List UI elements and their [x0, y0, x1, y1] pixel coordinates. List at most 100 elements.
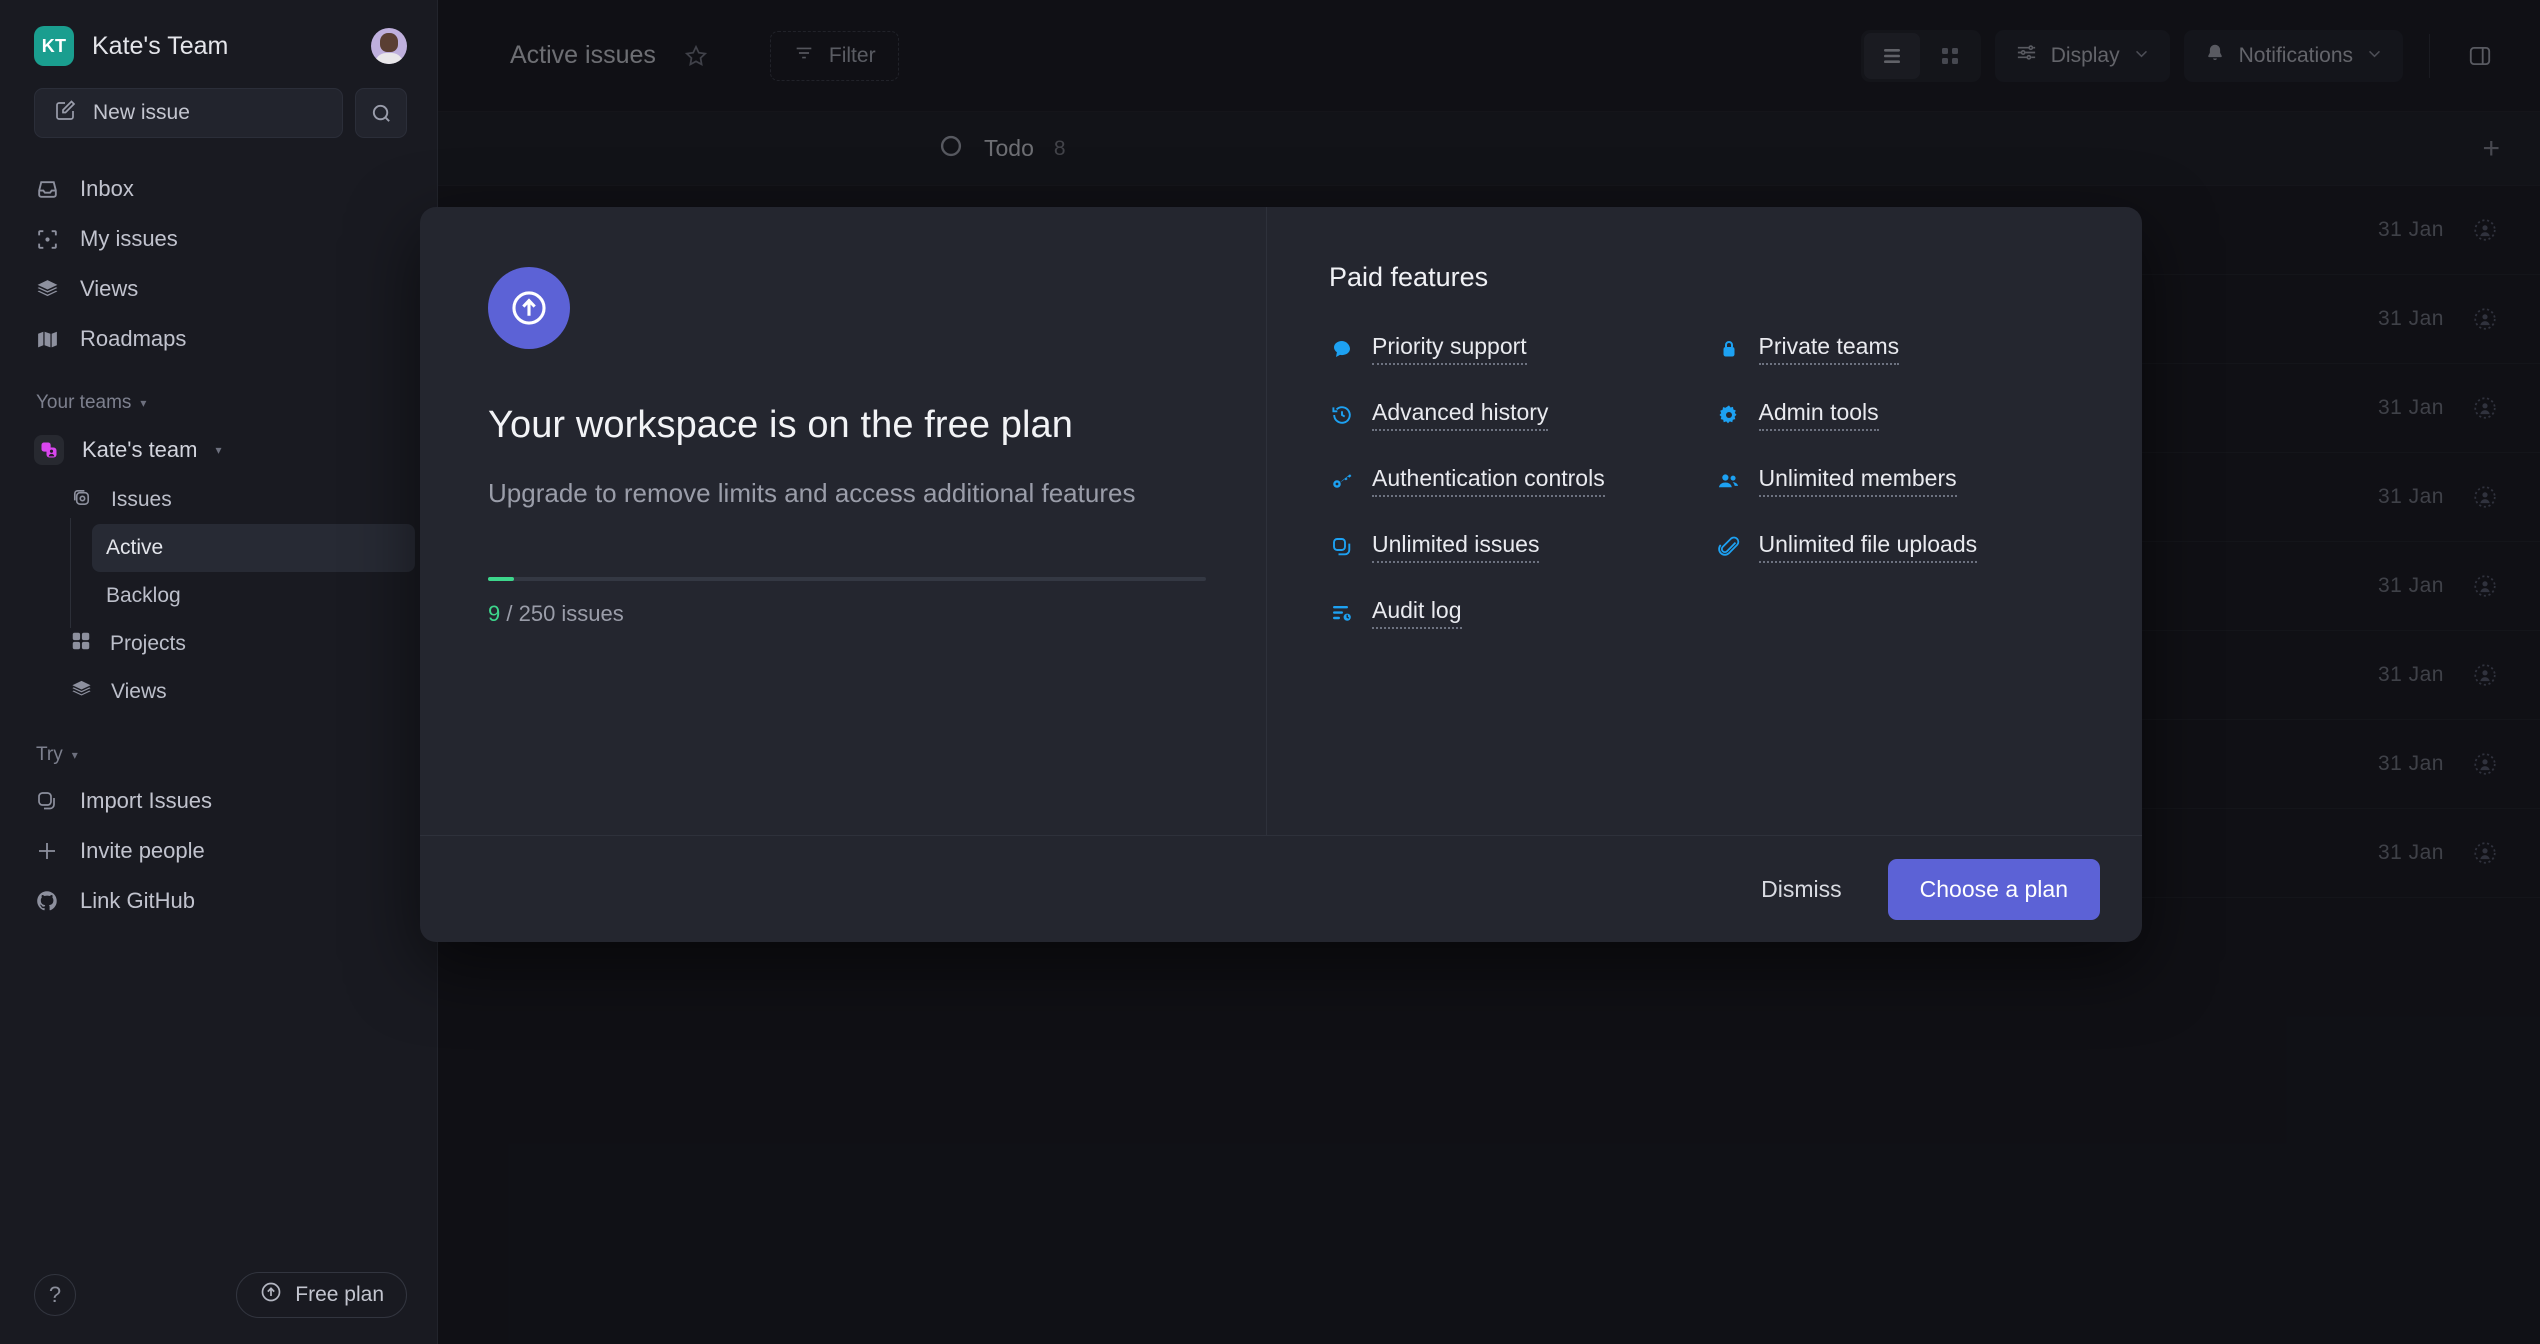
your-teams-section-header[interactable]: Your teams ▾	[0, 364, 437, 424]
sidebar-item-issues[interactable]: Issues	[56, 476, 415, 524]
avatar[interactable]	[371, 28, 407, 64]
feature-label: Private teams	[1759, 333, 1900, 365]
sidebar-item-label: Projects	[110, 632, 186, 656]
paperclip-icon	[1716, 534, 1742, 560]
sidebar-team-kates-team[interactable]: Kate's team ▾	[22, 424, 415, 476]
issues-icon	[70, 486, 93, 515]
feature-audit-log[interactable]: Audit log	[1329, 597, 1696, 629]
issue-quota-label: 9 / 250 issues	[488, 601, 1198, 627]
sidebar-item-views[interactable]: Views	[22, 264, 415, 314]
team-badge	[34, 435, 64, 465]
modal-title: Your workspace is on the free plan	[488, 404, 1198, 447]
sidebar-actions: New issue	[0, 84, 437, 160]
sidebar-item-inbox[interactable]: Inbox	[22, 164, 415, 214]
chevron-down-icon: ▾	[72, 748, 78, 762]
sidebar-item-import-issues[interactable]: Import Issues	[22, 776, 415, 826]
feature-label: Unlimited file uploads	[1759, 531, 1978, 563]
sidebar: KT Kate's Team New issue	[0, 0, 438, 1344]
feature-label: Priority support	[1372, 333, 1527, 365]
try-section-header[interactable]: Try ▾	[0, 716, 437, 776]
views-icon	[70, 678, 93, 707]
search-button[interactable]	[355, 88, 407, 138]
feature-label: Authentication controls	[1372, 465, 1605, 497]
pencil-square-icon	[53, 98, 77, 128]
paid-features-title: Paid features	[1329, 262, 2082, 293]
feature-admin-tools[interactable]: Admin tools	[1716, 399, 2083, 431]
views-icon	[34, 276, 60, 302]
sidebar-item-active[interactable]: Active	[92, 524, 415, 572]
feature-unlimited-issues[interactable]: Unlimited issues	[1329, 531, 1696, 563]
sidebar-item-label: Import Issues	[80, 788, 212, 814]
feature-private-teams[interactable]: Private teams	[1716, 333, 2083, 365]
team-avatar-icon	[39, 440, 59, 460]
sidebar-item-projects[interactable]: Projects	[56, 620, 415, 668]
gear-icon	[1716, 402, 1742, 428]
chevron-down-icon: ▾	[140, 396, 146, 410]
upgrade-arrow-icon	[259, 1280, 283, 1310]
workspace-badge: KT	[34, 26, 74, 66]
import-icon	[34, 788, 60, 814]
roadmaps-icon	[34, 326, 60, 352]
modal-subtitle: Upgrade to remove limits and access addi…	[488, 475, 1178, 513]
sidebar-item-label: Backlog	[106, 584, 181, 608]
team-name: Kate's team	[82, 437, 197, 463]
free-plan-label: Free plan	[295, 1283, 384, 1307]
sidebar-spacer	[0, 926, 437, 1272]
issue-quota-used: 9	[488, 601, 500, 626]
chevron-down-icon: ▾	[215, 443, 221, 457]
feature-label: Audit log	[1372, 597, 1462, 629]
modal-footer: Dismiss Choose a plan	[420, 835, 2142, 942]
modal-right-panel: Paid features Priority support	[1267, 207, 2142, 835]
feature-label: Unlimited members	[1759, 465, 1957, 497]
key-icon	[1329, 468, 1355, 494]
history-icon	[1329, 402, 1355, 428]
feature-priority-support[interactable]: Priority support	[1329, 333, 1696, 365]
sidebar-item-roadmaps[interactable]: Roadmaps	[22, 314, 415, 364]
new-issue-button[interactable]: New issue	[34, 88, 343, 138]
sidebar-item-label: Invite people	[80, 838, 205, 864]
help-button[interactable]: ?	[34, 1274, 76, 1316]
copy-icon	[1329, 534, 1355, 560]
search-icon	[370, 102, 393, 125]
sidebar-item-my-issues[interactable]: My issues	[22, 214, 415, 264]
upgrade-arrow-icon	[488, 267, 570, 349]
dismiss-button[interactable]: Dismiss	[1735, 862, 1868, 917]
upgrade-modal: Your workspace is on the free plan Upgra…	[420, 207, 2142, 942]
my-issues-icon	[34, 226, 60, 252]
feature-authentication-controls[interactable]: Authentication controls	[1329, 465, 1696, 497]
choose-a-plan-button[interactable]: Choose a plan	[1888, 859, 2100, 920]
projects-icon	[70, 630, 92, 658]
inbox-icon	[34, 176, 60, 202]
feature-label: Admin tools	[1759, 399, 1879, 431]
feature-label: Advanced history	[1372, 399, 1548, 431]
sidebar-item-label: Roadmaps	[80, 326, 186, 352]
sidebar-item-invite-people[interactable]: Invite people	[22, 826, 415, 876]
issue-quota-progress-fill	[488, 577, 514, 581]
sidebar-item-label: Views	[80, 276, 138, 302]
modal-body: Your workspace is on the free plan Upgra…	[420, 207, 2142, 835]
feature-unlimited-file-uploads[interactable]: Unlimited file uploads	[1716, 531, 2083, 563]
workspace-header[interactable]: KT Kate's Team	[0, 0, 437, 84]
sidebar-item-link-github[interactable]: Link GitHub	[22, 876, 415, 926]
issue-quota-total: / 250 issues	[506, 601, 623, 626]
sidebar-item-label: Link GitHub	[80, 888, 195, 914]
sidebar-item-label: Issues	[111, 488, 172, 512]
sidebar-footer: ? Free plan	[0, 1272, 437, 1344]
feature-unlimited-members[interactable]: Unlimited members	[1716, 465, 2083, 497]
app-root: KT Kate's Team New issue	[0, 0, 2540, 1344]
sidebar-item-label: Views	[111, 680, 167, 704]
sidebar-item-backlog[interactable]: Backlog	[92, 572, 415, 620]
sidebar-item-team-views[interactable]: Views	[56, 668, 415, 716]
feature-advanced-history[interactable]: Advanced history	[1329, 399, 1696, 431]
sidebar-item-label: Inbox	[80, 176, 134, 202]
issue-quota-progress	[488, 577, 1206, 581]
primary-nav: Inbox My issues Views	[0, 160, 437, 364]
feature-label: Unlimited issues	[1372, 531, 1539, 563]
free-plan-button[interactable]: Free plan	[236, 1272, 407, 1318]
your-teams-label: Your teams	[36, 392, 131, 414]
audit-log-icon	[1329, 600, 1355, 626]
paid-features-grid: Priority support Private teams	[1329, 333, 2082, 629]
github-icon	[34, 888, 60, 914]
plus-icon	[34, 838, 60, 864]
new-issue-label: New issue	[93, 101, 190, 125]
